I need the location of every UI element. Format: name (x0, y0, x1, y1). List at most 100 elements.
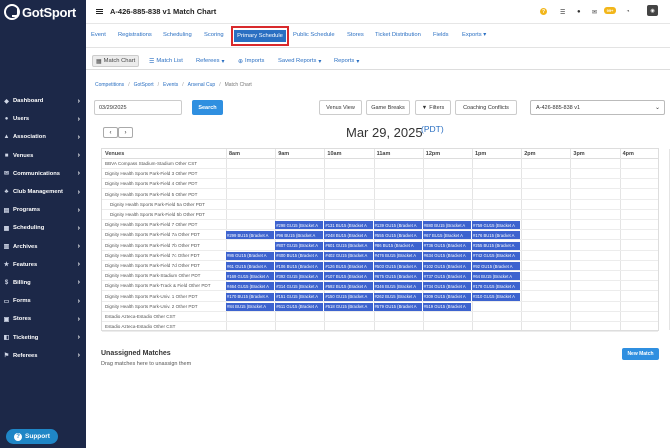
match-block[interactable]: #176 BU15 (Bracket A (472, 231, 522, 240)
date-input[interactable]: 03/29/2025 (94, 100, 182, 115)
gotsport-logo[interactable]: GotSport (4, 3, 84, 21)
sidebar-item-users[interactable]: ● Users › (0, 110, 86, 128)
sidebar-item-forms[interactable]: ▭ Forms › (0, 292, 86, 310)
match-block[interactable]: #126 BU15 (Bracket A (324, 262, 374, 270)
match-block[interactable]: #102 GU15 (Bracket A (422, 262, 472, 270)
match-block[interactable]: #262 BU15 (Bracket A (373, 292, 423, 301)
match-block[interactable]: #106 BU15 (Bracket A (275, 262, 325, 270)
game-breaks-button[interactable]: Game Breaks (366, 100, 410, 115)
sidebar-item-stores[interactable]: ▣ Stores › (0, 310, 86, 328)
match-block[interactable]: #601 GU15 (Bracket A (324, 241, 374, 250)
subnav-scoring[interactable]: Scoring (204, 32, 224, 38)
match-block[interactable]: #392 GU15 (Bracket A (275, 272, 325, 281)
match-block[interactable]: #67 BU15 (Bracket A (422, 231, 472, 240)
sidebar-item-ticketing[interactable]: ◧ Ticketing › (0, 328, 86, 346)
match-block[interactable]: #346 BU15 (Bracket A (373, 282, 423, 291)
breadcrumb-competitions[interactable]: Competitions (95, 82, 124, 88)
sidebar-item-venues[interactable]: ■ Venues › (0, 147, 86, 165)
match-block[interactable]: #675 GU15 (Bracket A (373, 272, 423, 281)
match-block[interactable]: #309 GU15 (Bracket A (422, 292, 472, 301)
match-block[interactable]: #96 BU15 (Bracket A (275, 231, 325, 240)
breadcrumb-gotsport[interactable]: GotSport (134, 82, 154, 88)
match-block[interactable]: #178 GU15 (Bracket A (472, 282, 522, 291)
match-block[interactable]: #519 GU15 (Bracket A (422, 302, 472, 311)
match-block[interactable]: #737 GU15 (Bracket A (422, 272, 472, 281)
match-block[interactable]: #139 GU15 (Bracket A (373, 221, 423, 230)
sidebar-item-association[interactable]: ▲ Association › (0, 128, 86, 146)
tab-match-chart[interactable]: ▦ Match Chart (92, 55, 140, 67)
search-button[interactable]: Search (192, 100, 223, 115)
match-block[interactable]: #84 BU15 (Bracket A (226, 302, 276, 311)
subnav-registrations[interactable]: Registrations (118, 32, 152, 38)
match-block[interactable]: #169 GU15 (Bracket A (226, 272, 276, 281)
subnav-fields[interactable]: Fields (433, 32, 448, 38)
match-block[interactable]: #64 BU15 (Bracket A (472, 272, 522, 281)
tab-imports[interactable]: ⊕ Imports (238, 55, 264, 67)
match-block[interactable]: #555 GU15 (Bracket A (373, 231, 423, 240)
sidebar-item-communications[interactable]: ✉ Communications › (0, 165, 86, 183)
match-block[interactable]: #476 BU15 (Bracket A (373, 251, 423, 260)
match-block[interactable]: #131 BU15 (Bracket A (324, 221, 374, 230)
sidebar-item-archives[interactable]: ▥ Archives › (0, 238, 86, 256)
match-block[interactable]: #611 GU15 (Bracket A (275, 302, 325, 311)
sidebar-item-billing[interactable]: $ Billing › (0, 274, 86, 292)
match-block[interactable]: #503 GU15 (Bracket A (373, 262, 423, 270)
notification-badge[interactable]: 99+ (604, 7, 616, 14)
sidebar-item-scheduling[interactable]: ▦ Scheduling › (0, 219, 86, 237)
tab-saved-reports[interactable]: Saved Reports ▾ (278, 55, 323, 67)
subnav-primary-schedule[interactable]: Primary Schedule (231, 26, 289, 46)
match-block[interactable]: #807 GU15 (Bracket A (275, 241, 325, 250)
match-block[interactable]: #92 GU15 (Bracket A (472, 262, 522, 270)
subnav-exports[interactable]: Exports ▾ (462, 32, 486, 38)
match-block[interactable]: #61 GU15 (Bracket A (226, 262, 276, 270)
coaching-conflicts-button[interactable]: Coaching Conflicts (455, 100, 517, 115)
tab-referees[interactable]: Referees ▾ (196, 55, 227, 67)
match-block[interactable]: #742 GU15 (Bracket A (472, 251, 522, 260)
match-block[interactable]: #310 GU15 (Bracket A (472, 292, 522, 301)
match-block[interactable]: #299 BU15 (Bracket A (226, 231, 276, 240)
match-block[interactable]: #86 GU15 (Bracket A (226, 251, 276, 260)
match-block[interactable]: #464 GU15 (Bracket A (226, 282, 276, 291)
subnav-stores[interactable]: Stores (347, 32, 364, 38)
tab-match-list[interactable]: ☰ Match List (149, 55, 183, 67)
subnav-public-schedule[interactable]: Public Schedule (293, 32, 335, 38)
match-block[interactable]: #736 GU15 (Bracket A (422, 241, 472, 250)
match-block[interactable]: #255 BU15 (Bracket A (472, 241, 522, 250)
breadcrumb-arsenal-cup[interactable]: Arsenal Cup (188, 82, 216, 88)
mail-icon[interactable]: ✉ (592, 8, 597, 16)
filters-button[interactable]: ▼ Filters (415, 100, 451, 115)
hamburger-menu-icon[interactable] (96, 9, 103, 14)
unassigned-dropzone[interactable]: Drag matches here to unassign them (101, 361, 191, 367)
match-block[interactable]: #518 GU15 (Bracket A (324, 302, 374, 311)
match-block[interactable]: #400 BU15 (Bracket A (275, 251, 325, 260)
subnav-event[interactable]: Event (91, 32, 106, 38)
match-block[interactable]: #151 GU15 (Bracket A (275, 292, 325, 301)
match-block[interactable]: #734 GU15 (Bracket A (422, 282, 472, 291)
breadcrumb-events[interactable]: Events (163, 82, 178, 88)
subnav-ticket-distribution[interactable]: Ticket Distribution (375, 32, 421, 38)
match-block[interactable]: #107 BU15 (Bracket A (324, 272, 374, 281)
venus-view-button[interactable]: Venus View (319, 100, 362, 115)
sidebar-item-dashboard[interactable]: ◆ Dashboard › (0, 92, 86, 110)
support-button[interactable]: ? Support (6, 429, 58, 444)
tab-reports[interactable]: Reports ▾ (334, 55, 361, 67)
match-block[interactable]: #759 GU15 (Bracket A (472, 221, 522, 230)
sidebar-item-referees[interactable]: ⚑ Referees › (0, 347, 86, 365)
sidebar-item-club-management[interactable]: ♣ Club Management › (0, 183, 86, 201)
match-block[interactable]: #402 GU15 (Bracket A (324, 251, 374, 260)
new-match-button[interactable]: New Match (622, 348, 659, 360)
sidebar-item-programs[interactable]: ▤ Programs › (0, 201, 86, 219)
previous-day-button[interactable]: ‹ (103, 127, 118, 138)
match-block[interactable]: #298 GU15 (Bracket A (275, 221, 325, 230)
match-block[interactable]: #86 BU15 (Bracket A (373, 241, 423, 250)
match-block[interactable]: #592 BU15 (Bracket A (324, 282, 374, 291)
next-day-button[interactable]: › (118, 127, 133, 138)
match-block[interactable]: #579 GU15 (Bracket A (373, 302, 423, 311)
avatar[interactable]: ◉ (647, 5, 658, 16)
user-icon[interactable]: ● (577, 8, 581, 16)
match-block[interactable]: #314 GU15 (Bracket A (275, 282, 325, 291)
chat-icon[interactable]: ◔ (626, 8, 630, 16)
subnav-scheduling[interactable]: Scheduling (163, 32, 192, 38)
match-block[interactable]: #248 BU15 (Bracket A (324, 231, 374, 240)
match-block[interactable]: #170 BU15 (Bracket A (226, 292, 276, 301)
